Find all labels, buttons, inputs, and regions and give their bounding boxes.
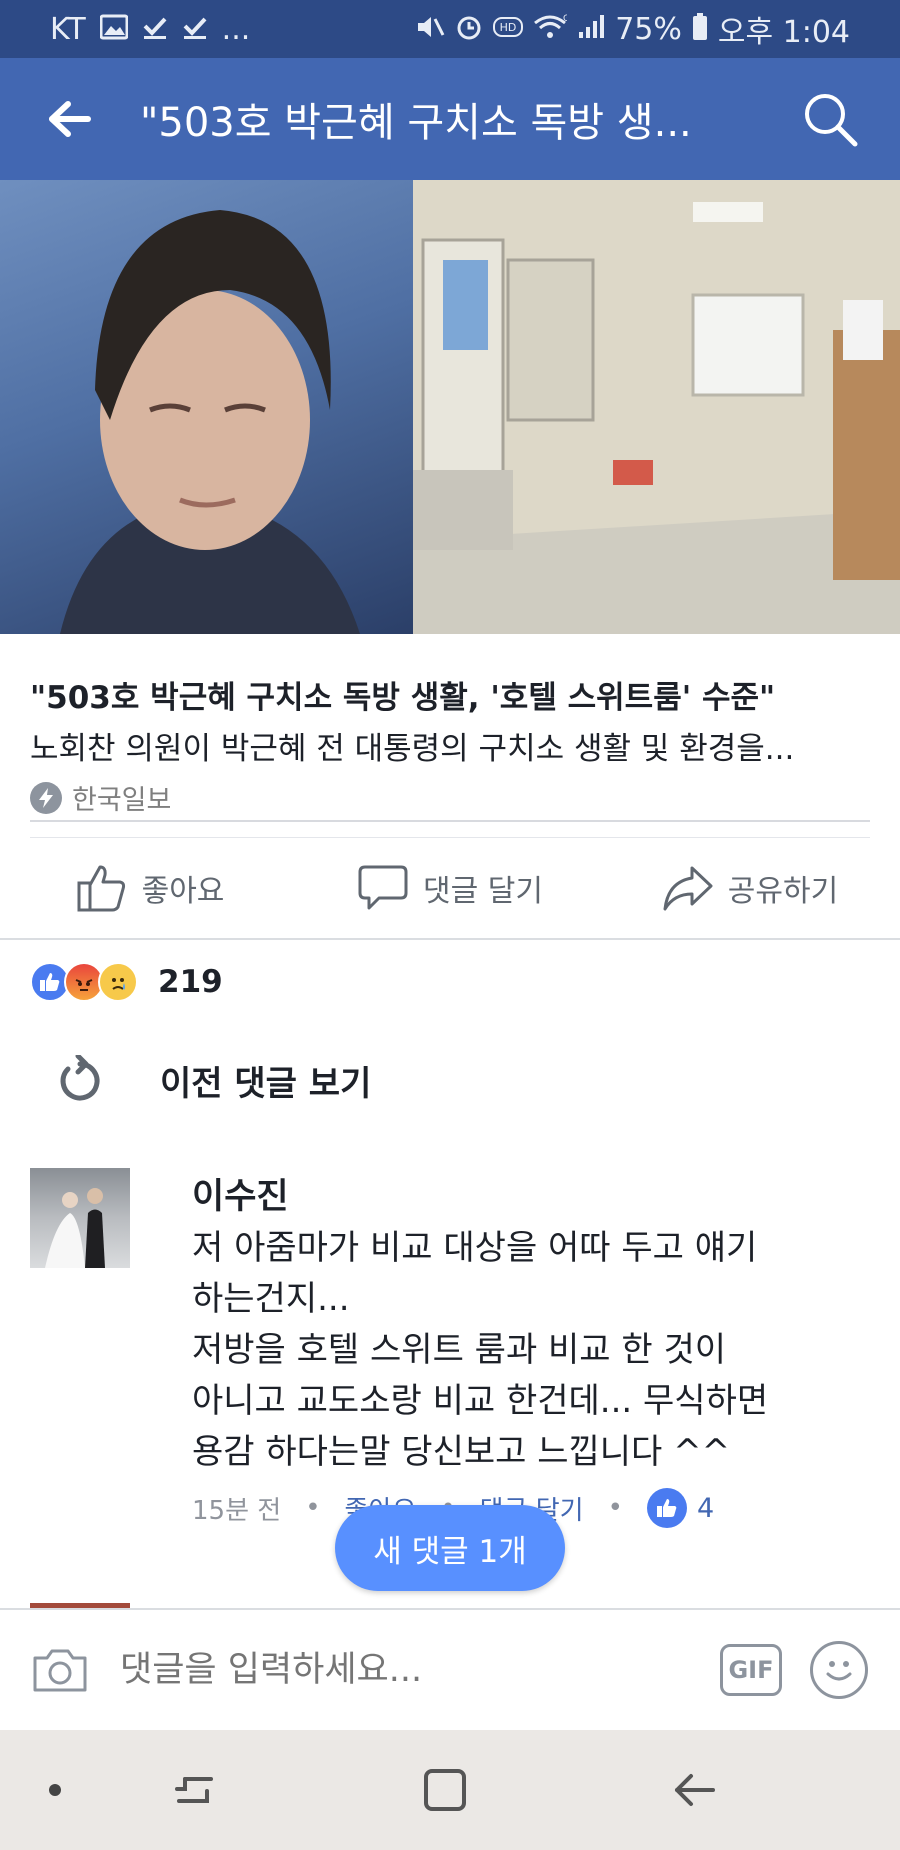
back-nav-icon [675, 1774, 715, 1806]
separator: • [305, 1493, 321, 1523]
wifi-icon: G [533, 13, 570, 46]
home-square-icon [424, 1769, 466, 1811]
share-label: 공유하기 [727, 874, 839, 909]
sad-reaction-icon [98, 962, 138, 1002]
camera-icon [33, 1649, 87, 1692]
more-notifications: ... [221, 11, 251, 47]
comment-bubble-icon [358, 865, 408, 910]
nav-dot-button[interactable] [30, 1730, 80, 1850]
clock: 오후 1:04 [717, 15, 850, 50]
divider [0, 938, 900, 940]
link-preview-image[interactable] [0, 180, 900, 634]
back-button[interactable] [0, 58, 140, 180]
gif-button[interactable]: GIF [720, 1644, 782, 1696]
like-button[interactable]: 좋아요 [0, 863, 300, 913]
avatar[interactable] [30, 1168, 130, 1268]
portrait-photo [0, 180, 413, 634]
app-bar: "503호 박근혜 구치소 독방 생... [0, 58, 900, 180]
comment-text: 저 아줌마가 비교 대상을 어따 두고 얘기 하는건지... 저방을 호텔 스위… [192, 1228, 769, 1472]
comment-label: 댓글 달기 [423, 874, 543, 909]
back-nav-button[interactable] [650, 1730, 740, 1850]
like-badge-icon [646, 1488, 687, 1528]
status-bar: KT ... HD G 75% 오후 1:04 [0, 0, 900, 58]
dot-icon [49, 1784, 61, 1796]
post-actions: 좋아요 댓글 달기 공유하기 [0, 838, 900, 938]
instant-article-icon [30, 781, 62, 814]
new-comments-button[interactable]: 새 댓글 1개 [335, 1505, 565, 1591]
comment-button[interactable]: 댓글 달기 [300, 863, 600, 913]
carrier-label: KT [50, 11, 86, 47]
link-description: 노회찬 의원이 박근혜 전 대통령의 구치소 생활 및 환경을... [30, 731, 795, 767]
mute-icon [415, 13, 445, 46]
room-photo [413, 180, 900, 634]
link-preview[interactable]: "503호 박근혜 구치소 독방 생활, '호텔 스위트룸' 수준" 노회찬 의… [30, 672, 870, 817]
svg-text:HD: HD [500, 21, 517, 34]
recent-apps-button[interactable] [150, 1730, 240, 1850]
reaction-count: 219 [158, 964, 223, 1000]
battery-percent: 75% [615, 11, 682, 47]
search-icon [805, 94, 858, 147]
check-icon [182, 14, 208, 45]
comment-input-bar: GIF [0, 1608, 900, 1730]
divider [30, 820, 870, 822]
view-previous-comments[interactable]: 이전 댓글 보기 [0, 1050, 900, 1110]
camera-button[interactable] [0, 1646, 120, 1694]
home-button[interactable] [400, 1730, 490, 1850]
link-source: 한국일보 [30, 778, 870, 817]
recent-apps-icon [175, 1777, 213, 1803]
svg-text:G: G [563, 14, 567, 24]
check-icon [142, 14, 168, 45]
comment-input[interactable] [120, 1650, 720, 1690]
emoji-button[interactable] [810, 1641, 868, 1699]
separator: • [607, 1493, 623, 1523]
like-label: 좋아요 [141, 874, 225, 909]
smiley-icon [826, 1661, 852, 1681]
share-arrow-icon [663, 866, 713, 911]
comment: 이수진 저 아줌마가 비교 대상을 어따 두고 얘기 하는건지... 저방을 호… [30, 1168, 870, 1528]
comment-time: 15분 전 [192, 1495, 282, 1526]
page-title: "503호 박근혜 구치소 독방 생... [140, 100, 692, 146]
previous-comments-label: 이전 댓글 보기 [160, 1063, 372, 1104]
image-icon [99, 14, 129, 45]
thumbs-up-icon [77, 865, 125, 912]
reactions-summary[interactable]: 219 [30, 962, 223, 1002]
link-title: "503호 박근혜 구치소 독방 생활, '호텔 스위트룸' 수준" [30, 680, 776, 716]
comment-like-count[interactable]: 4 [697, 1493, 714, 1524]
hd-icon: HD [493, 15, 524, 44]
system-navigation-bar [0, 1730, 900, 1850]
alarm-icon [455, 13, 483, 46]
battery-icon [692, 12, 708, 46]
back-arrow-icon [49, 101, 91, 137]
source-name: 한국일보 [72, 785, 172, 816]
search-button[interactable] [760, 58, 900, 180]
share-button[interactable]: 공유하기 [600, 864, 900, 912]
comment-author[interactable]: 이수진 [192, 1168, 870, 1219]
refresh-icon [60, 1055, 100, 1101]
signal-icon [577, 14, 605, 45]
